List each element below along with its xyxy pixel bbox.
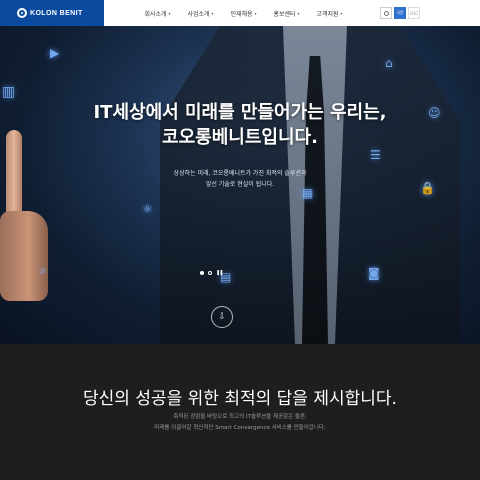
nav-item-company[interactable]: 회사소개 ▾ [136, 9, 179, 18]
palm-image [0, 211, 48, 301]
pause-icon[interactable]: ❚❚ [216, 270, 223, 276]
hero-subtitle-line2: 앞선 기술로 현실이 됩니다. [205, 181, 275, 188]
nav-item-business[interactable]: 사업소개 ▾ [179, 9, 222, 18]
chevron-down-icon: ▾ [254, 10, 257, 16]
nav-label: 인재채용 [230, 10, 253, 18]
slide-indicators: ❚❚ [200, 270, 223, 276]
slide-dot[interactable] [208, 271, 212, 275]
list-icon: ☰ [370, 148, 381, 162]
arrow-down-icon: ⇩ [218, 312, 226, 322]
chevron-down-icon: ▾ [340, 10, 343, 16]
nav-label: 회사소개 [144, 10, 167, 18]
hero-title-line2: 코오롱베니트입니다. [162, 127, 318, 148]
bar-chart-icon: ▥ [2, 84, 16, 100]
search-button[interactable] [380, 7, 392, 19]
site-header: KOLON BENIT 회사소개 ▾ 사업소개 ▾ 인재채용 ▾ 홍보센터 ▾ … [0, 0, 480, 26]
chevron-down-icon: ▾ [211, 10, 214, 16]
network-icon: ⚛ [142, 202, 153, 216]
logo[interactable]: KOLON BENIT [0, 0, 104, 26]
logo-text: KOLON BENIT [30, 9, 83, 17]
section-desc-line2: 미래를 이끌어갈 혁신적인 Smart Convergence 서비스를 만들어… [154, 425, 326, 431]
lang-english[interactable]: ENG [408, 7, 420, 19]
kolon-logo-icon [17, 8, 27, 18]
home-icon: ⌂ [385, 56, 393, 70]
hero-subtitle: 상상하는 미래, 코오롱베니트가 가진 최적의 솔루션과 앞선 기술로 현실이 … [0, 168, 480, 190]
nav-item-support[interactable]: 고객지원 ▾ [308, 9, 351, 18]
header-utilities: 국문 ENG [380, 7, 420, 19]
slide-dot-active[interactable] [200, 271, 204, 275]
lang-korean[interactable]: 국문 [394, 7, 406, 19]
main-nav: 회사소개 ▾ 사업소개 ▾ 인재채용 ▾ 홍보센터 ▾ 고객지원 ▾ [136, 9, 351, 18]
search-icon [383, 10, 389, 16]
search-glow-icon: ⌕ [40, 263, 47, 277]
hero-banner: ▶ ▥ ⌂ ☺ ☰ ▦ 🔒 ⚛ ⌕ ◙ ▤ IT세상에서 미래를 만들어가는 우… [0, 26, 480, 344]
nav-label: 홍보센터 [273, 10, 296, 18]
hero-title: IT세상에서 미래를 만들어가는 우리는, 코오롱베니트입니다. [0, 100, 480, 150]
nav-label: 고객지원 [316, 10, 339, 18]
chevron-down-icon: ▾ [297, 10, 300, 16]
nav-item-careers[interactable]: 인재채용 ▾ [222, 9, 265, 18]
play-icon: ▶ [50, 46, 60, 60]
section-description: 축적된 경험을 바탕으로 최고의 IT솔루션을 제공함은 물론, 미래를 이끌어… [0, 412, 480, 434]
hero-title-line1: IT세상에서 미래를 만들어가는 우리는, [93, 102, 387, 123]
section-title: 당신의 성공을 위한 최적의 답을 제시합니다. [83, 389, 397, 409]
nav-label: 사업소개 [187, 10, 210, 18]
section-desc-line1: 축적된 경험을 바탕으로 최고의 IT솔루션을 제공함은 물론, [173, 414, 307, 420]
intro-section: 당신의 성공을 위한 최적의 답을 제시합니다. 축적된 경험을 바탕으로 최고… [0, 344, 480, 480]
nav-item-pr[interactable]: 홍보센터 ▾ [265, 9, 308, 18]
chevron-down-icon: ▾ [168, 10, 171, 16]
hero-subtitle-line1: 상상하는 미래, 코오롱베니트가 가진 최적의 솔루션과 [173, 170, 307, 177]
scroll-down-button[interactable]: ⇩ [211, 306, 233, 328]
camera-icon: ◙ [368, 266, 380, 280]
